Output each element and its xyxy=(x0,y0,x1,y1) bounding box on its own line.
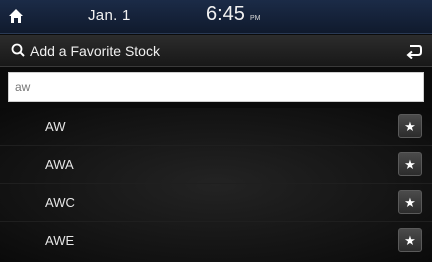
star-icon: ★ xyxy=(404,118,416,134)
list-item[interactable]: AWA ★ xyxy=(0,146,432,184)
search-input[interactable] xyxy=(8,72,424,102)
list-item[interactable]: AWC ★ xyxy=(0,184,432,222)
add-favorite-button[interactable]: ★ xyxy=(398,228,422,252)
home-button[interactable] xyxy=(4,4,28,28)
add-favorite-button[interactable]: ★ xyxy=(398,114,422,138)
add-favorite-button[interactable]: ★ xyxy=(398,190,422,214)
add-favorite-button[interactable]: ★ xyxy=(398,152,422,176)
search-icon xyxy=(11,43,25,57)
page-title: Add a Favorite Stock xyxy=(30,43,160,59)
list-item[interactable]: AW ★ xyxy=(0,108,432,146)
stock-search-screen: Jan. 1 6:45 PM Add a Favorite Stock AW ★… xyxy=(0,0,432,262)
star-icon: ★ xyxy=(404,194,416,210)
results-list: AW ★ AWA ★ AWC ★ AWE ★ xyxy=(0,108,432,262)
home-icon xyxy=(9,9,23,23)
back-arrow-icon xyxy=(406,45,422,59)
status-date: Jan. 1 xyxy=(88,7,131,24)
header-bar: Add a Favorite Stock xyxy=(0,35,432,67)
stock-symbol: AWE xyxy=(45,233,75,248)
status-bar: Jan. 1 6:45 PM xyxy=(0,0,432,34)
stock-symbol: AWC xyxy=(45,195,75,210)
status-time: 6:45 xyxy=(206,3,245,25)
back-button[interactable] xyxy=(402,39,426,63)
status-ampm: PM xyxy=(250,15,261,22)
list-item[interactable]: AWE ★ xyxy=(0,222,432,260)
stock-symbol: AW xyxy=(45,119,66,134)
star-icon: ★ xyxy=(404,232,416,248)
stock-symbol: AWA xyxy=(45,157,74,172)
star-icon: ★ xyxy=(404,156,416,172)
